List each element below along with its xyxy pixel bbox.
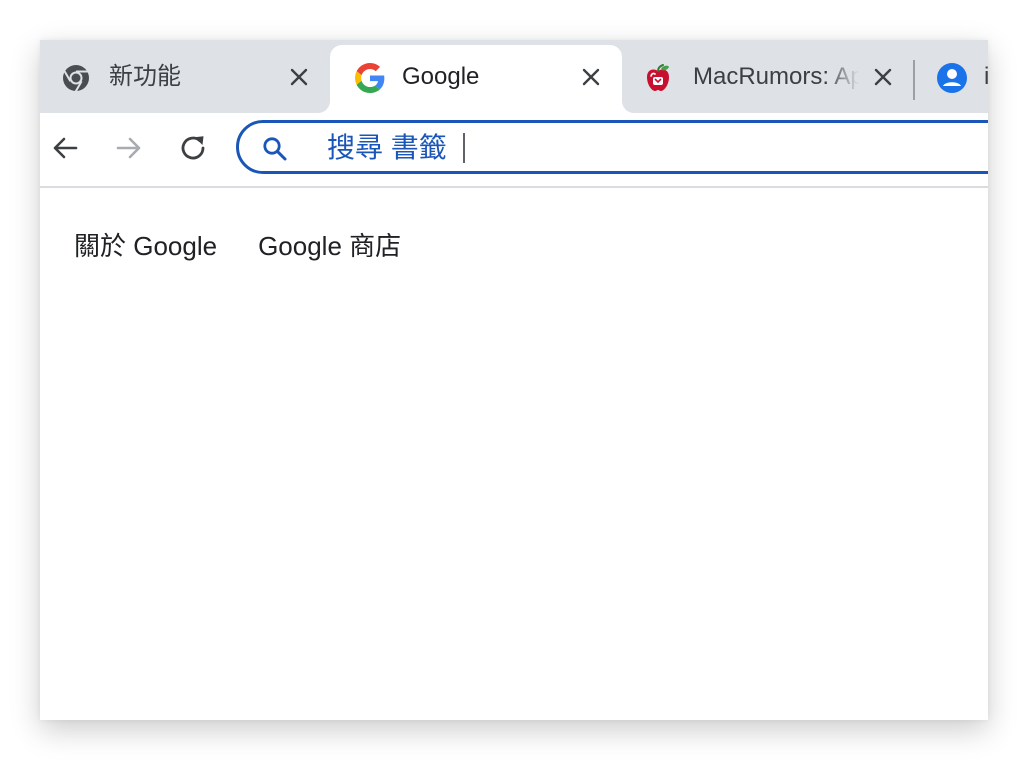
- tab-profile[interactable]: i: [918, 40, 988, 113]
- close-icon[interactable]: [870, 64, 896, 90]
- tab-google[interactable]: Google: [330, 45, 622, 113]
- text-cursor: [463, 133, 465, 163]
- omnibox-input[interactable]: [327, 128, 927, 168]
- tab-title: 新功能: [109, 63, 181, 90]
- tab-title: MacRumors: Apple News and Rumors: [693, 63, 859, 90]
- google-g-icon: [355, 63, 385, 93]
- toolbar: [40, 113, 988, 188]
- search-icon: [261, 135, 289, 163]
- tab-macrumors[interactable]: MacRumors: Apple News and Rumors: [622, 40, 912, 113]
- omnibox[interactable]: [236, 120, 988, 174]
- forward-button[interactable]: [112, 131, 146, 165]
- google-store-link[interactable]: Google 商店: [258, 230, 401, 262]
- arrow-left-icon: [53, 137, 78, 159]
- chrome-icon: [61, 63, 91, 93]
- tab-title: i: [984, 63, 988, 90]
- page-content: 關於 Google Google 商店: [40, 188, 988, 720]
- reload-icon: [181, 136, 205, 160]
- macrumors-icon: [643, 63, 673, 93]
- back-button[interactable]: [48, 131, 82, 165]
- tab-strip: 新功能 Google MacRumors: Ap i: [40, 40, 988, 113]
- tab-title: Google: [402, 63, 480, 90]
- about-google-link[interactable]: 關於 Google: [74, 230, 217, 262]
- top-links: 關於 Google Google 商店: [74, 230, 401, 262]
- close-icon[interactable]: [286, 64, 312, 90]
- profile-icon: [937, 63, 967, 93]
- reload-button[interactable]: [176, 131, 210, 165]
- tab-separator: [913, 60, 915, 100]
- arrow-right-icon: [116, 137, 141, 159]
- browser-window: 新功能 Google MacRumors: Ap i 搜尋 書籤 關於 Goog…: [40, 40, 988, 720]
- close-icon[interactable]: [578, 64, 604, 90]
- tab-whats-new[interactable]: 新功能: [40, 40, 330, 113]
